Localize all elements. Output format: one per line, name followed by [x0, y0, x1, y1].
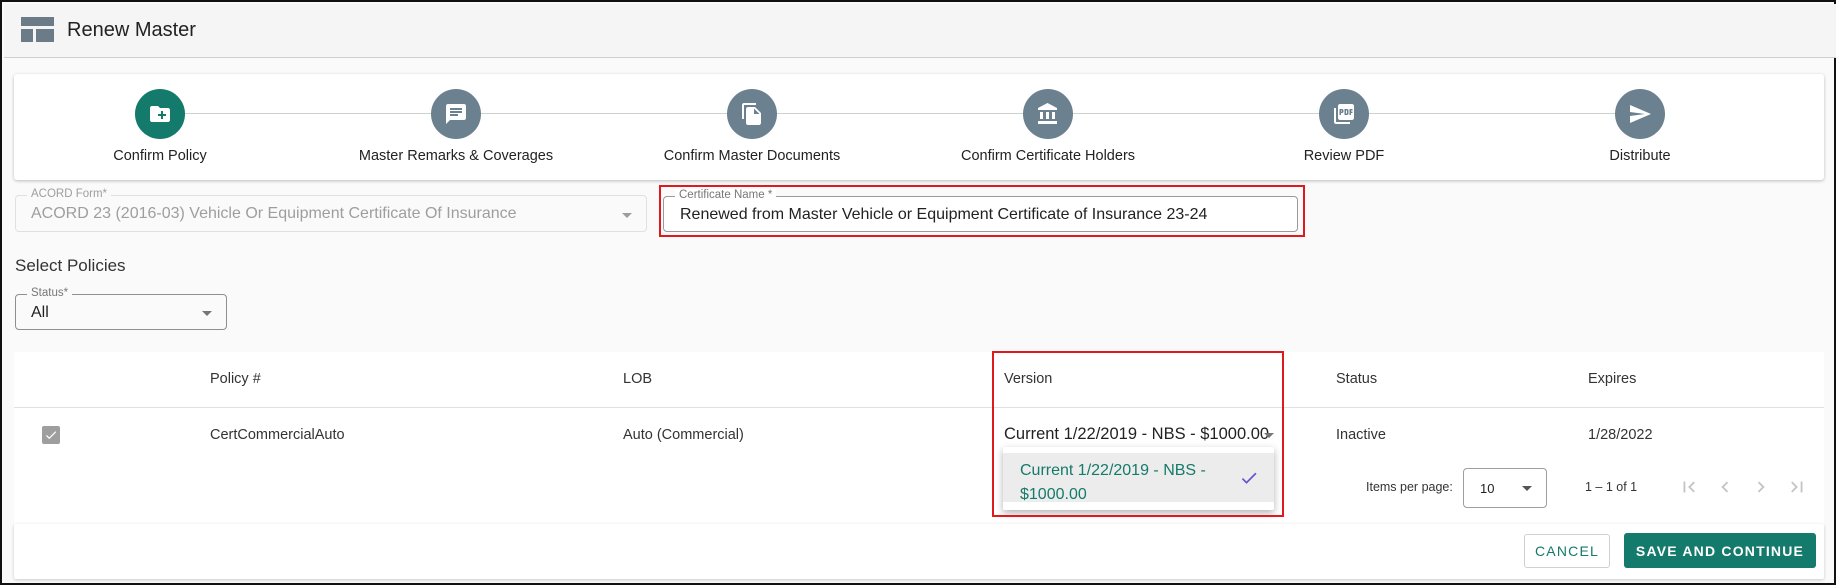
step-label: Confirm Certificate Holders — [960, 148, 1136, 164]
previous-page-icon[interactable] — [1714, 476, 1736, 498]
header-bar: Renew Master — [4, 4, 1836, 58]
items-per-page-select[interactable]: 10 — [1463, 468, 1547, 508]
section-title: Select Policies — [15, 256, 126, 275]
items-per-page-value: 10 — [1480, 481, 1495, 496]
check-icon — [45, 431, 57, 440]
step-review-pdf[interactable]: Review PDF — [1214, 89, 1474, 164]
column-header-policy: Policy # — [210, 371, 261, 387]
step-distribute[interactable]: Distribute — [1510, 89, 1770, 164]
last-page-icon[interactable] — [1786, 476, 1808, 498]
folder-add-icon — [135, 89, 185, 139]
row-checkbox[interactable] — [42, 426, 60, 444]
certificate-name-label: Certificate Name * — [675, 189, 777, 201]
bank-icon — [1023, 89, 1073, 139]
chevron-down-icon — [202, 311, 212, 316]
step-label: Review PDF — [1303, 148, 1385, 164]
step-confirm-documents[interactable]: Confirm Master Documents — [622, 89, 882, 164]
items-per-page-label: Items per page: — [1366, 480, 1453, 494]
status-label: Status* — [27, 287, 73, 299]
cell-status: Inactive — [1336, 427, 1386, 443]
next-page-icon[interactable] — [1750, 476, 1772, 498]
policies-table: Policy # LOB Version Status Expires Cert… — [14, 352, 1824, 524]
column-header-lob: LOB — [623, 371, 653, 387]
column-header-expires: Expires — [1588, 371, 1637, 387]
status-select[interactable]: Status* All — [15, 287, 227, 330]
chevron-down-icon — [1522, 486, 1532, 491]
save-and-continue-button[interactable]: SAVE AND CONTINUE — [1624, 533, 1816, 568]
cell-policy: CertCommercialAuto — [210, 427, 345, 443]
highlight-box — [992, 351, 1284, 517]
step-label: Confirm Policy — [113, 148, 207, 164]
status-value: All — [31, 304, 49, 321]
step-label: Master Remarks & Coverages — [358, 148, 554, 164]
acord-form-label: ACORD Form* — [27, 188, 112, 200]
pagination-range: 1 – 1 of 1 — [1585, 480, 1638, 494]
send-icon — [1615, 89, 1665, 139]
cell-lob: Auto (Commercial) — [623, 427, 744, 443]
app-window: Renew Master Confirm Policy Master Remar… — [0, 0, 1836, 585]
certificate-name-input[interactable]: Certificate Name * Renewed from Master V… — [663, 189, 1298, 232]
page-title: Renew Master — [67, 19, 196, 41]
header-divider — [14, 407, 1824, 408]
dashboard-layout-icon — [21, 17, 54, 42]
chevron-down-icon — [622, 213, 632, 218]
comment-icon — [431, 89, 481, 139]
stepper: Confirm Policy Master Remarks & Coverage… — [14, 74, 1824, 180]
step-confirm-policy[interactable]: Confirm Policy — [30, 89, 290, 164]
cell-expires: 1/28/2022 — [1588, 427, 1653, 443]
certificate-name-value: Renewed from Master Vehicle or Equipment… — [680, 206, 1208, 223]
column-header-status: Status — [1336, 371, 1378, 387]
step-master-remarks[interactable]: Master Remarks & Coverages — [326, 89, 586, 164]
documents-icon — [727, 89, 777, 139]
step-label: Distribute — [1609, 148, 1671, 164]
pdf-icon — [1319, 89, 1369, 139]
first-page-icon[interactable] — [1678, 476, 1700, 498]
step-confirm-holders[interactable]: Confirm Certificate Holders — [918, 89, 1178, 164]
step-label: Confirm Master Documents — [663, 148, 841, 164]
cancel-button[interactable]: CANCEL — [1524, 534, 1610, 568]
acord-form-value: ACORD 23 (2016-03) Vehicle Or Equipment … — [31, 205, 517, 222]
acord-form-select: ACORD Form* ACORD 23 (2016-03) Vehicle O… — [15, 188, 647, 232]
